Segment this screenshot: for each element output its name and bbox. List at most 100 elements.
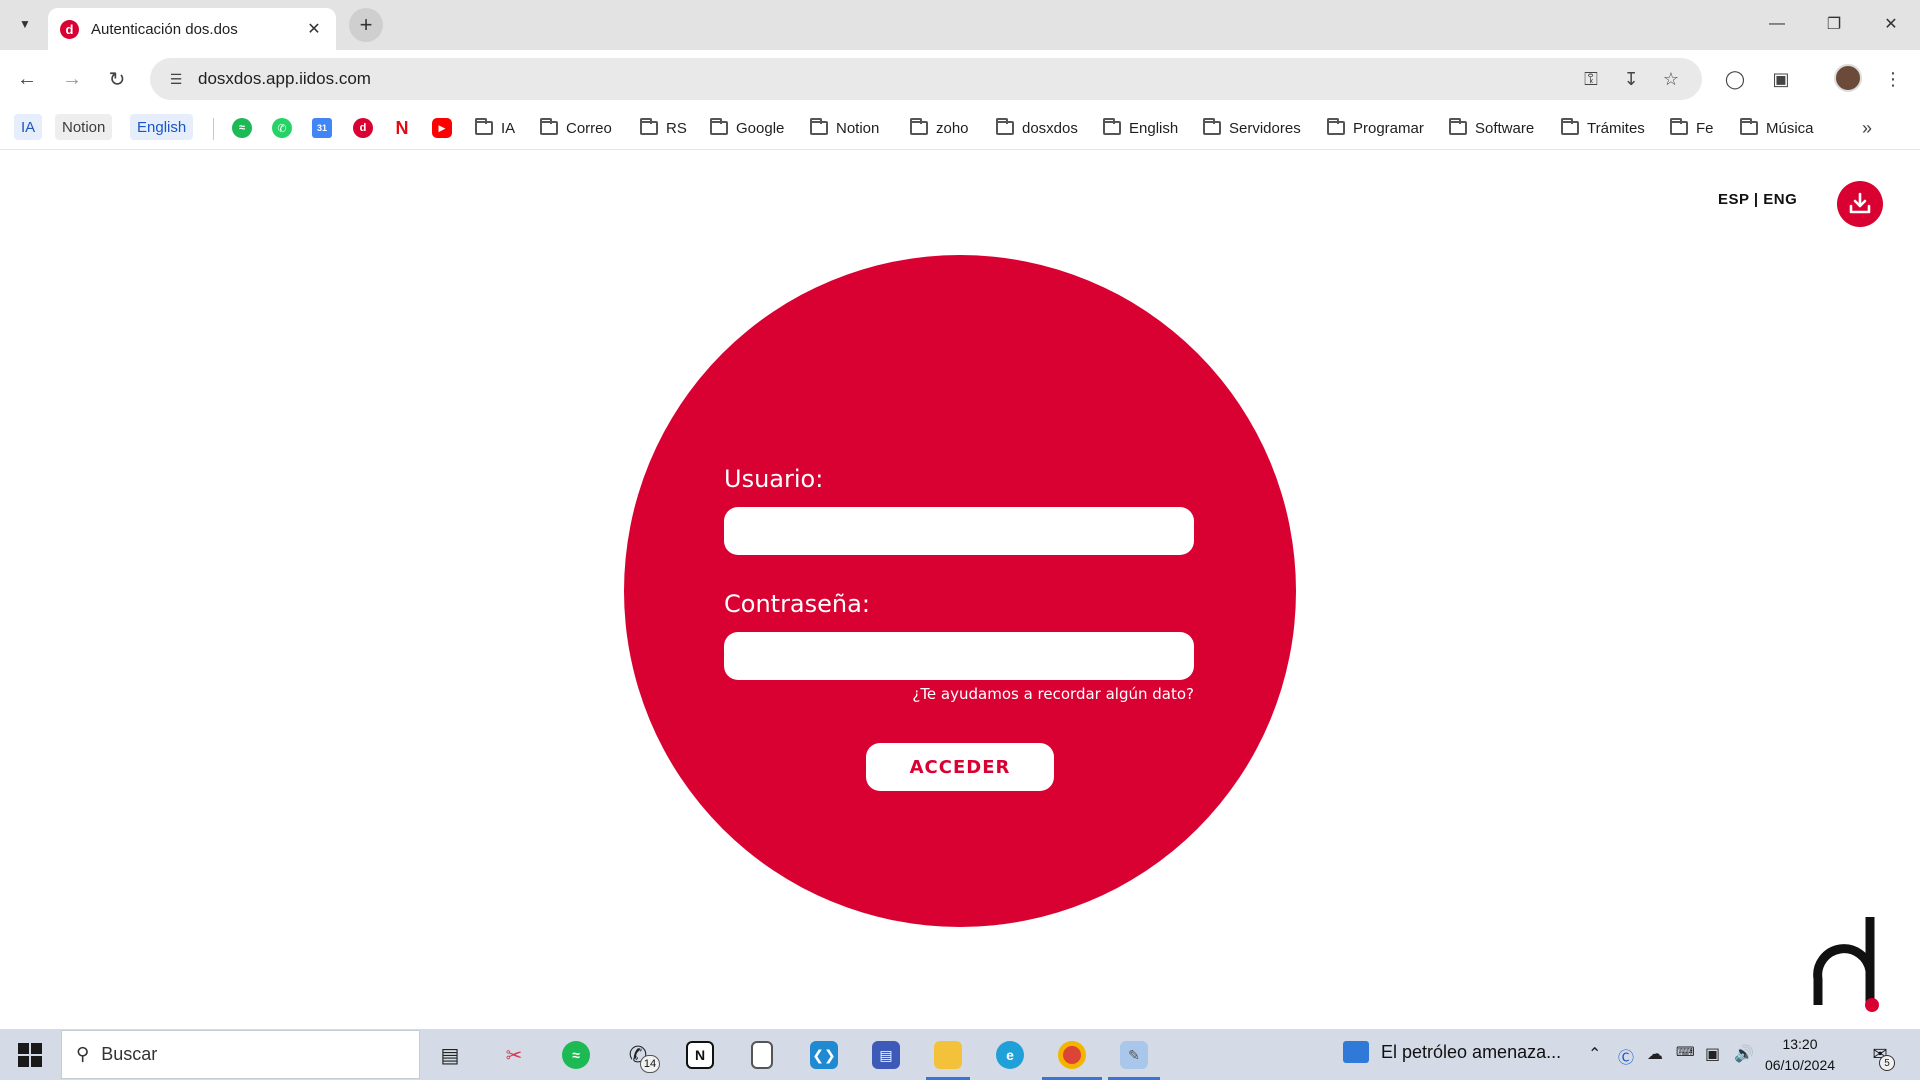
tray-app-icon[interactable]: Ⓒ	[1618, 1044, 1634, 1068]
profile-avatar[interactable]	[1834, 64, 1862, 92]
folder-label: Fe	[1696, 119, 1714, 137]
dosxdos-icon[interactable]: d	[353, 118, 373, 138]
folder-label: Software	[1475, 119, 1535, 137]
active-tab[interactable]: d Autenticación dos.dos ✕	[48, 8, 336, 50]
notion-app-icon[interactable]: N	[682, 1037, 718, 1073]
volume-icon[interactable]: 🔊	[1734, 1044, 1754, 1064]
paint-app-icon[interactable]: ✎	[1116, 1037, 1152, 1073]
chrome-app-icon[interactable]	[1054, 1037, 1090, 1073]
news-text: El petróleo amenaza...	[1381, 1041, 1562, 1062]
contrasena-input[interactable]	[724, 632, 1194, 680]
folder-label: RS	[666, 119, 687, 137]
new-tab-button[interactable]: +	[349, 8, 383, 42]
password-key-icon[interactable]: ⚿	[1578, 67, 1604, 91]
close-tab-icon[interactable]: ✕	[304, 19, 324, 39]
bookmark-folder-programar[interactable]: Programar	[1327, 115, 1424, 141]
folder-icon	[710, 118, 728, 135]
folder-label: Correo	[566, 119, 612, 137]
close-window-button[interactable]: ✕	[1876, 12, 1906, 36]
bookmark-folder-servidores[interactable]: Servidores	[1203, 115, 1301, 141]
reload-button[interactable]: ↻	[102, 64, 132, 94]
bookmark-folder-zoho[interactable]: zoho	[910, 115, 969, 141]
taskbar-clock[interactable]: 13:20 06/10/2024	[1760, 1034, 1840, 1076]
folder-label: dosxdos	[1022, 119, 1078, 137]
bookmark-folder-correo[interactable]: Correo	[540, 115, 612, 141]
lang-eng-link[interactable]: ENG	[1763, 191, 1797, 208]
network-icon[interactable]: ▣	[1705, 1044, 1720, 1064]
folder-label: Trámites	[1587, 119, 1645, 137]
bookmark-folder-rs[interactable]: RS	[640, 115, 687, 141]
google-calendar-icon[interactable]: 31	[312, 118, 332, 138]
install-app-icon[interactable]: ↧	[1618, 67, 1644, 91]
file-explorer-app-icon[interactable]	[930, 1037, 966, 1073]
forward-button[interactable]: →	[57, 64, 87, 94]
menu-kebab-icon[interactable]: ⋮	[1878, 64, 1908, 94]
netflix-icon[interactable]: N	[392, 118, 412, 138]
language-switcher: ESP | ENG	[1718, 191, 1797, 208]
usuario-label: Usuario:	[724, 465, 824, 493]
more-bookmarks-chevron-icon[interactable]: »	[1862, 118, 1872, 139]
bookmark-folder-notion[interactable]: Notion	[810, 115, 879, 141]
browser-toolbar: ← → ↻ ☰ dosxdos.app.iidos.com ⚿ ↧ ☆ ◯ ▣ …	[0, 50, 1920, 108]
clock-date: 06/10/2024	[1764, 1057, 1836, 1073]
extensions-puzzle-icon[interactable]: ▣	[1766, 64, 1796, 94]
onedrive-cloud-icon[interactable]: ☁	[1647, 1044, 1663, 1064]
snipping-tool-icon[interactable]: ✂	[496, 1037, 532, 1073]
dosxdos-logo-icon	[1813, 917, 1879, 1012]
bookmark-folder-dosxdos[interactable]: dosxdos	[996, 115, 1078, 141]
minimize-button[interactable]: —	[1762, 12, 1792, 36]
windows-start-icon[interactable]	[18, 1043, 42, 1067]
bookmark-folder-musica[interactable]: Música	[1740, 115, 1814, 141]
bookmark-ia-pill[interactable]: IA	[14, 114, 43, 140]
vscode-app-icon[interactable]: ❮❯	[806, 1037, 842, 1073]
bookmark-separator	[213, 118, 214, 140]
folder-label: Música	[1766, 119, 1814, 137]
extension-icon[interactable]: ◯	[1720, 64, 1750, 94]
bookmark-star-icon[interactable]: ☆	[1658, 67, 1684, 91]
file-app-icon[interactable]	[744, 1037, 780, 1073]
folder-label: Google	[736, 119, 785, 137]
folder-icon	[996, 118, 1014, 135]
spotify-icon[interactable]: ≈	[232, 118, 252, 138]
news-widget[interactable]: El petróleo amenaza...	[1343, 1041, 1561, 1063]
tab-search-chevron-icon[interactable]: ▼	[14, 13, 36, 35]
acceder-button[interactable]: ACCEDER	[866, 743, 1054, 791]
spotify-app-icon[interactable]: ≈	[558, 1037, 594, 1073]
url-text[interactable]: dosxdos.app.iidos.com	[198, 69, 371, 89]
site-info-icon[interactable]: ☰	[164, 67, 188, 91]
bookmark-folder-fe[interactable]: Fe	[1670, 115, 1714, 141]
folder-label: Servidores	[1229, 119, 1301, 137]
contrasena-label: Contraseña:	[724, 590, 870, 618]
folder-icon	[640, 118, 658, 135]
whatsapp-badge: 14	[640, 1055, 660, 1073]
bookmark-folder-software[interactable]: Software	[1449, 115, 1534, 141]
bookmark-folder-google[interactable]: Google	[710, 115, 784, 141]
bookmark-folder-ia[interactable]: IA	[475, 115, 515, 141]
back-button[interactable]: ←	[12, 64, 42, 94]
folder-icon	[810, 118, 828, 135]
bookmarks-bar: IA Notion English ≈ ✆ 31 d N ▶ IA Correo…	[0, 108, 1920, 150]
remote-desktop-app-icon[interactable]: ▤	[868, 1037, 904, 1073]
bookmark-english-pill[interactable]: English	[130, 114, 194, 140]
youtube-icon[interactable]: ▶	[432, 118, 452, 138]
restore-button[interactable]: ❐	[1819, 12, 1849, 36]
lang-esp-link[interactable]: ESP	[1718, 191, 1749, 208]
bookmark-notion-pill[interactable]: Notion	[55, 114, 113, 140]
folder-label: Programar	[1353, 119, 1424, 137]
login-page: ESP | ENG Usuario: Contraseña: ¿Te ayuda…	[0, 151, 1920, 1029]
dosxdos-favicon-icon: d	[60, 19, 79, 39]
download-app-button[interactable]	[1837, 181, 1883, 227]
windows-taskbar: ⚲ Buscar ▤ ✂ ≈ ✆ 14 N ❮❯ ▤ e ✎ El petról…	[0, 1029, 1920, 1080]
download-icon	[1849, 192, 1871, 214]
tray-expand-chevron-icon[interactable]: ⌃	[1588, 1044, 1601, 1064]
bookmark-folder-tramites[interactable]: Trámites	[1561, 115, 1645, 141]
bookmark-folder-english[interactable]: English	[1103, 115, 1178, 141]
forgot-data-link[interactable]: ¿Te ayudamos a recordar algún dato?	[724, 685, 1194, 703]
address-bar[interactable]: ☰ dosxdos.app.iidos.com ⚿ ↧ ☆	[150, 58, 1702, 100]
taskbar-search[interactable]: ⚲ Buscar	[61, 1030, 420, 1079]
usuario-input[interactable]	[724, 507, 1194, 555]
task-view-icon[interactable]: ▤	[432, 1037, 468, 1073]
whatsapp-icon[interactable]: ✆	[272, 118, 292, 138]
edge-app-icon[interactable]: e	[992, 1037, 1028, 1073]
keyboard-layout-icon[interactable]: ⌨	[1676, 1044, 1695, 1060]
